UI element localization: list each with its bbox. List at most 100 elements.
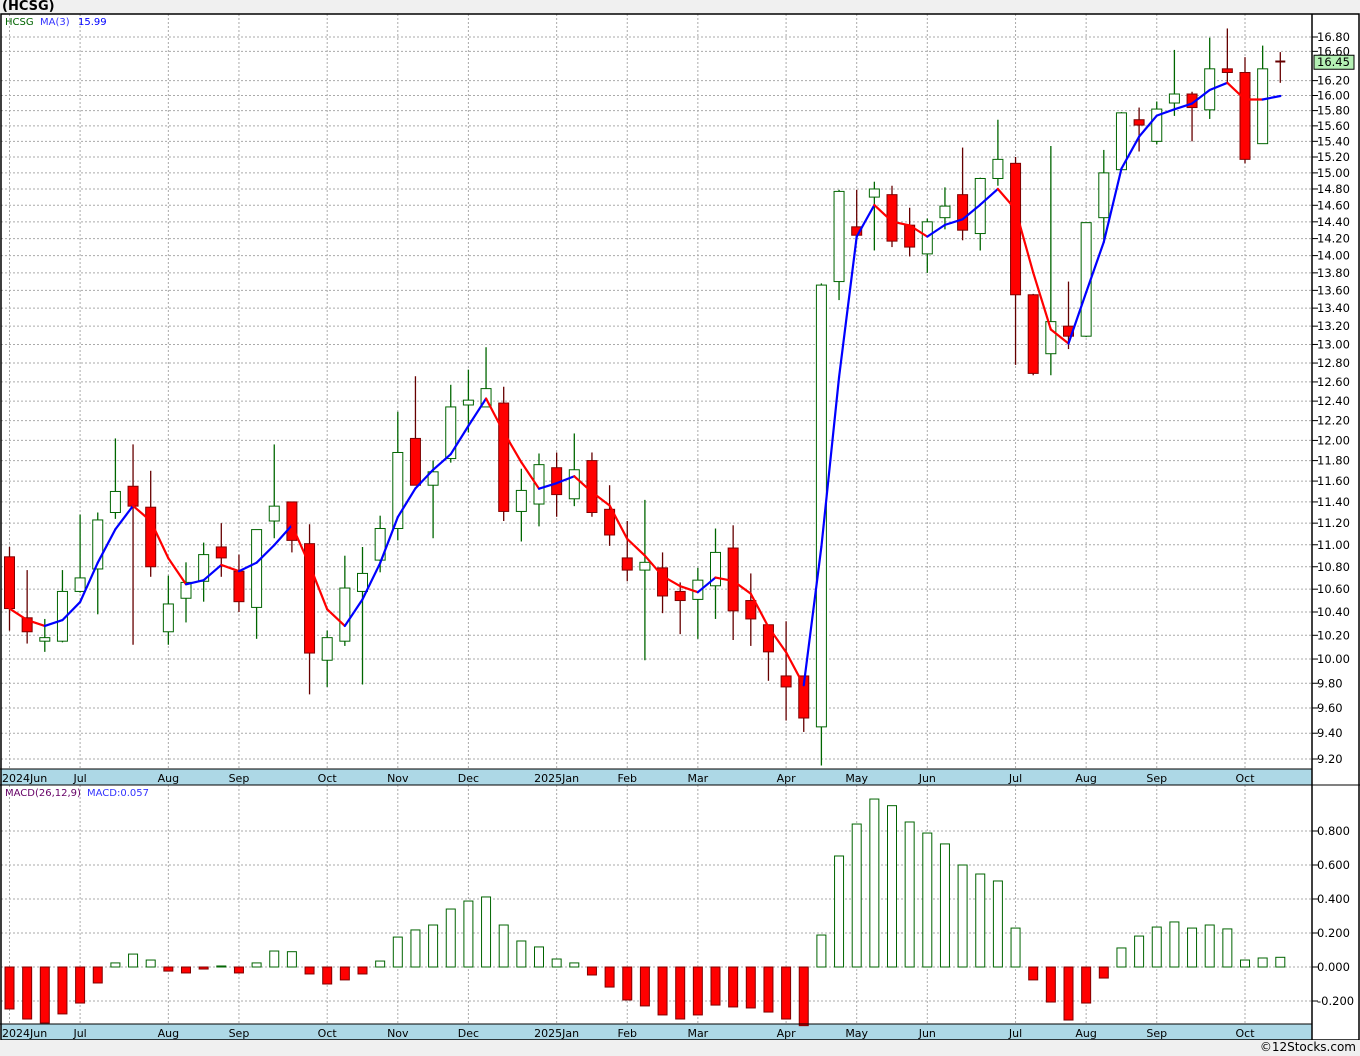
macd-bar-negative	[639, 966, 650, 1007]
macd-bar-negative	[781, 966, 792, 1020]
macd-bar-positive	[375, 960, 386, 968]
macd-bar-negative	[57, 966, 68, 1015]
macd-bar-negative	[798, 966, 809, 1027]
month-label: 2025Jan	[534, 772, 579, 785]
macd-bar-positive	[145, 959, 156, 968]
candle-down	[745, 600, 757, 620]
candle-up	[251, 529, 263, 608]
month-label: 2024Jun	[2, 772, 47, 785]
macd-bar-positive	[957, 864, 968, 968]
macd-bar-positive	[922, 832, 933, 968]
candle-down	[957, 194, 969, 231]
price-tick-label: 10.00	[1317, 652, 1350, 666]
legend-ma-value: 15.99	[78, 17, 107, 28]
macd-bar-negative	[586, 966, 597, 976]
candle-up	[445, 406, 457, 460]
macd-tick-label: 0.400	[1317, 892, 1350, 906]
price-tick-label: 12.40	[1317, 394, 1350, 408]
macd-bar-negative	[181, 966, 191, 974]
candle-up	[109, 490, 121, 513]
candle-up	[833, 190, 845, 283]
month-label: Jul	[1008, 1027, 1022, 1040]
macd-bar-negative	[692, 966, 703, 1016]
macd-bar-negative	[604, 966, 615, 988]
candle-down	[127, 485, 139, 507]
month-label: Feb	[618, 772, 637, 785]
candle-up	[321, 637, 333, 661]
month-label: May	[845, 772, 868, 785]
price-tick-label: 9.40	[1317, 726, 1343, 740]
price-tick-label: 14.40	[1317, 215, 1350, 229]
macd-bar-negative	[1098, 966, 1109, 979]
macd-bar-positive	[1010, 927, 1021, 968]
macd-bar-negative	[304, 966, 315, 975]
macd-bar-positive	[286, 951, 297, 968]
month-label: Apr	[777, 772, 797, 785]
candle-down	[1010, 162, 1022, 296]
macd-bar-positive	[1187, 927, 1198, 968]
price-tick-label: 15.60	[1317, 119, 1350, 133]
macd-bar-positive	[410, 929, 421, 968]
month-label: Aug	[158, 1027, 179, 1040]
macd-bar-negative	[1045, 966, 1056, 1003]
macd-bar-negative	[745, 966, 756, 1009]
macd-bar-negative	[710, 966, 721, 1006]
macd-bar-negative	[4, 966, 15, 1010]
price-tick-label: 12.60	[1317, 375, 1350, 389]
candle-down	[621, 557, 633, 571]
candle-down	[1239, 71, 1251, 160]
month-label: Oct	[318, 772, 338, 785]
price-tick-label: 10.60	[1317, 582, 1350, 596]
macd-bar-positive	[392, 936, 403, 968]
month-label: Nov	[387, 1027, 409, 1040]
macd-bar-positive	[445, 908, 456, 968]
macd-bar-positive	[1257, 957, 1268, 968]
price-tick-label: 11.60	[1317, 474, 1350, 488]
macd-bar-negative	[1081, 966, 1092, 1004]
macd-bar-positive	[216, 965, 227, 968]
candle-up	[39, 637, 51, 642]
date-strip-top	[1, 769, 1312, 785]
macd-bar-negative	[763, 966, 774, 1013]
macd-bar-positive	[463, 900, 474, 968]
candle-up	[639, 561, 651, 571]
macd-bar-positive	[1151, 926, 1162, 968]
price-tick-label: 9.60	[1317, 701, 1343, 715]
candle-down	[215, 546, 227, 559]
candle-down	[1221, 68, 1233, 73]
macd-bar-positive	[887, 805, 897, 968]
macd-bar-positive	[1134, 935, 1145, 968]
macd-bar-negative	[1028, 966, 1039, 981]
price-tick-label: 13.20	[1317, 319, 1350, 333]
candle-down	[233, 570, 245, 603]
macd-bar-positive	[851, 823, 862, 968]
month-label: Dec	[458, 1027, 479, 1040]
price-tick-label: 11.20	[1317, 516, 1350, 530]
date-strip-bottom	[1, 1024, 1312, 1040]
month-label: Sep	[1146, 1027, 1167, 1040]
macd-bar-negative	[198, 966, 209, 970]
macd-bar-negative	[39, 966, 50, 1024]
candle-down	[498, 402, 510, 512]
macd-bar-positive	[498, 924, 509, 968]
macd-bar-positive	[428, 924, 439, 968]
macd-bar-positive	[110, 962, 121, 968]
macd-bar-negative	[657, 966, 668, 1016]
month-label: Oct	[1235, 772, 1255, 785]
price-tick-label: 11.00	[1317, 538, 1350, 552]
candle-down	[780, 675, 792, 688]
macd-panel	[1, 785, 1312, 1024]
price-tick-label: 14.00	[1317, 249, 1350, 263]
candle-up	[462, 399, 474, 406]
macd-tick-label: -0.200	[1317, 994, 1354, 1008]
macd-bar-positive	[534, 946, 544, 968]
candle-up	[357, 572, 368, 592]
price-tick-label: 9.20	[1317, 752, 1343, 766]
month-label: Jun	[918, 1027, 936, 1040]
candle-up	[868, 188, 880, 198]
candle-up	[939, 205, 951, 219]
macd-bar-negative	[92, 966, 103, 984]
candle-up	[1257, 68, 1269, 145]
candle-up	[162, 603, 174, 633]
macd-bar-negative	[675, 966, 686, 1020]
